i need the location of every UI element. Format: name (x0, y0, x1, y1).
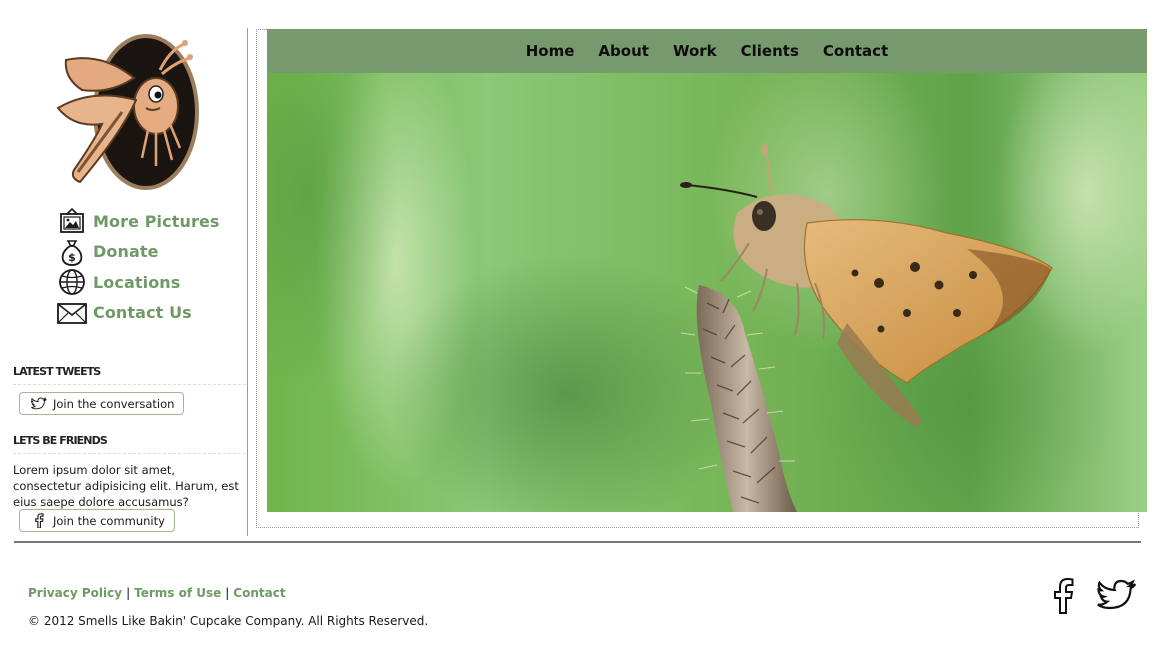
sidebar-item-locations[interactable]: Locations (56, 267, 220, 298)
lets-be-friends-heading: LETS BE FRIENDS (13, 434, 246, 454)
nav-clients[interactable]: Clients (741, 42, 799, 60)
twitter-bird-icon (31, 396, 47, 412)
money-bag-icon: $ (56, 237, 88, 267)
join-conversation-button[interactable]: Join the conversation (19, 392, 185, 415)
nav-contact[interactable]: Contact (823, 42, 888, 60)
sidebar-item-label: More Pictures (93, 211, 220, 231)
friends-description: Lorem ipsum dolor sit amet, consectetur … (13, 463, 239, 509)
sidebar-links: More Pictures $ Donate Locations Contact… (56, 206, 220, 328)
latest-tweets-heading: LATEST TWEETS (13, 365, 246, 385)
facebook-icon (31, 513, 47, 529)
globe-icon (56, 267, 88, 297)
moth-logo[interactable] (52, 32, 202, 192)
sidebar-item-label: Contact Us (93, 303, 192, 323)
sidebar: More Pictures $ Donate Locations Contact… (0, 28, 248, 536)
sidebar-item-donate[interactable]: $ Donate (56, 237, 220, 268)
svg-text:$: $ (68, 251, 76, 264)
footer-divider (14, 541, 1141, 543)
privacy-policy-link[interactable]: Privacy Policy (28, 586, 122, 600)
join-conversation-label: Join the conversation (53, 396, 175, 411)
picture-icon (56, 206, 88, 236)
join-community-button[interactable]: Join the community (19, 509, 175, 532)
nav-work[interactable]: Work (673, 42, 717, 60)
sidebar-item-label: Locations (93, 272, 181, 292)
copyright: © 2012 Smells Like Bakin' Cupcake Compan… (28, 614, 429, 628)
main-navbar: Home About Work Clients Contact (267, 29, 1147, 73)
join-community-label: Join the community (53, 513, 165, 528)
hero-image (267, 73, 1147, 512)
twitter-bird-icon[interactable] (1097, 578, 1137, 618)
footer-contact-link[interactable]: Contact (233, 586, 285, 600)
terms-of-use-link[interactable]: Terms of Use (134, 586, 221, 600)
facebook-icon[interactable] (1052, 577, 1074, 618)
footer-separator: | (126, 586, 131, 600)
sidebar-item-more-pictures[interactable]: More Pictures (56, 206, 220, 237)
sidebar-item-contact-us[interactable]: Contact Us (56, 298, 220, 329)
sidebar-item-label: Donate (93, 242, 159, 262)
footer-separator: | (225, 586, 230, 600)
nav-about[interactable]: About (598, 42, 649, 60)
footer-links: Privacy Policy | Terms of Use | Contact (28, 586, 286, 600)
nav-home[interactable]: Home (526, 42, 575, 60)
envelope-icon (56, 298, 88, 328)
